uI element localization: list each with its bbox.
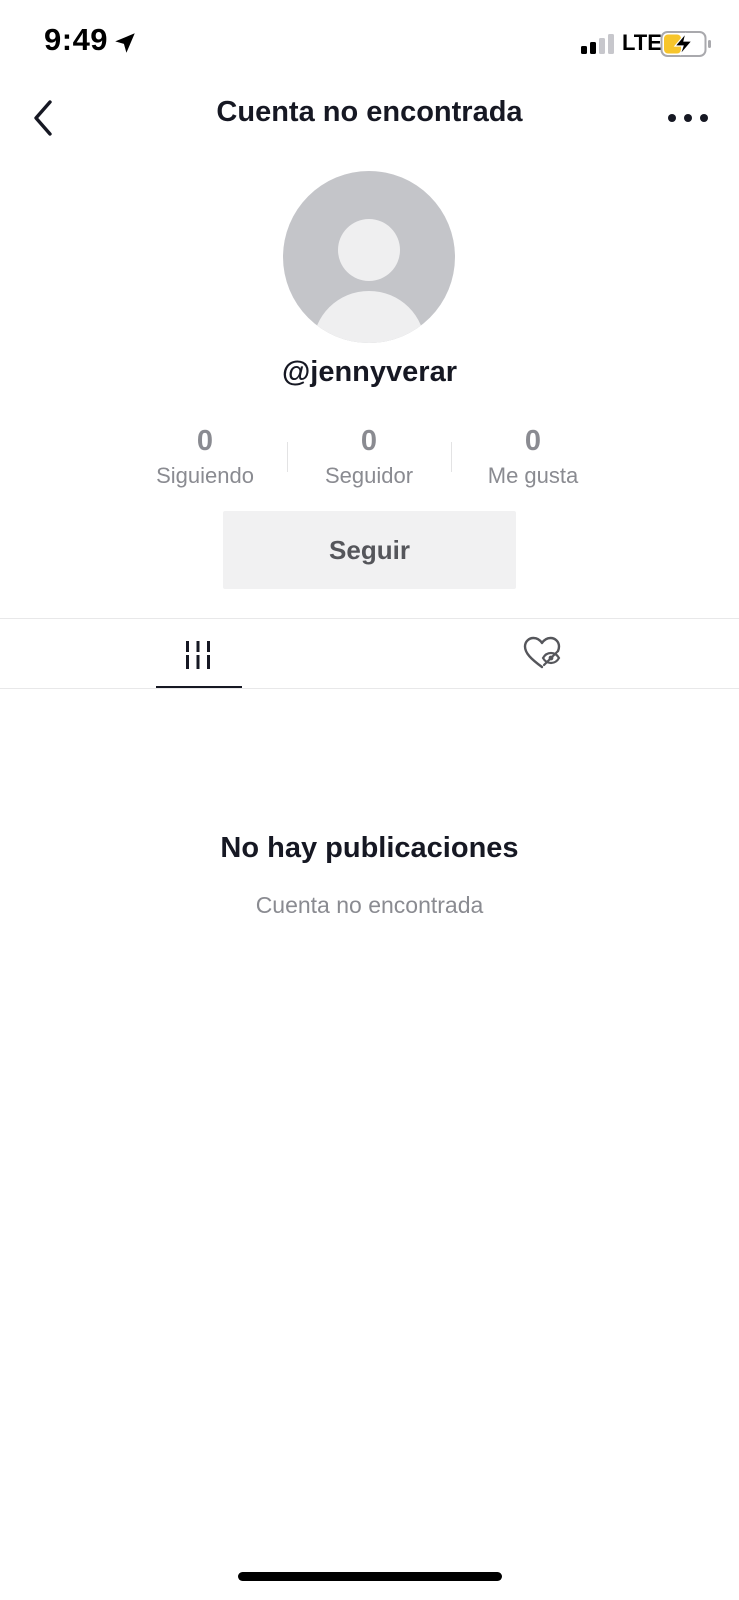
empty-state-subtitle: Cuenta no encontrada	[255, 892, 484, 918]
signal-icon	[581, 34, 614, 54]
grid-icon	[183, 641, 213, 669]
default-avatar-icon	[283, 171, 455, 343]
stat-followers-count: 0	[360, 425, 378, 457]
liked-hidden-heart-icon	[523, 636, 561, 669]
page-title: Cuenta no encontrada	[216, 96, 523, 128]
stat-likes: 0 Me gusta	[458, 424, 608, 492]
more-dots-icon	[668, 114, 708, 122]
stat-following[interactable]: 0 Siguiendo	[130, 424, 280, 492]
home-indicator[interactable]	[238, 1572, 502, 1581]
stat-followers[interactable]: 0 Seguidor	[294, 424, 444, 492]
stat-following-label: Siguiendo	[156, 463, 254, 488]
status-time: 9:49	[44, 22, 109, 57]
empty-state-title: No hay publicaciones	[220, 832, 519, 864]
follow-button[interactable]: Seguir	[223, 511, 516, 589]
stat-divider	[287, 442, 288, 472]
more-options-button[interactable]	[660, 100, 716, 136]
location-arrow-icon	[115, 33, 135, 53]
stat-divider	[451, 442, 452, 472]
stat-likes-count: 0	[524, 425, 542, 457]
stat-following-count: 0	[196, 425, 214, 457]
tabs-bottom-divider	[0, 688, 739, 689]
battery-charging-icon	[660, 31, 711, 57]
stat-followers-label: Seguidor	[324, 463, 414, 488]
tab-videos[interactable]	[13, 620, 382, 688]
tab-liked[interactable]	[370, 620, 739, 688]
network-type-label: LTE	[622, 30, 662, 55]
username: @jennyverar	[282, 356, 457, 388]
tabs-top-divider	[0, 618, 739, 619]
stat-likes-label: Me gusta	[487, 463, 579, 488]
